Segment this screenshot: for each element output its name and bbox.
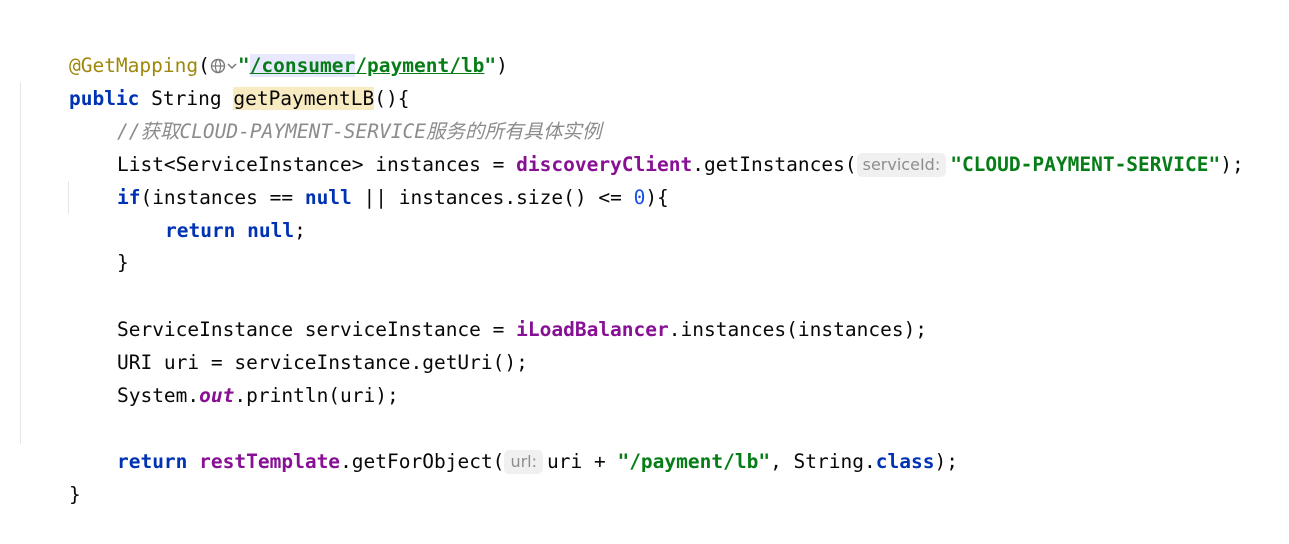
code-line-3[interactable]: //获取CLOUD-PAYMENT-SERVICE服务的所有具体实例 [0,82,602,143]
code-line-10[interactable]: System.out.println(uri); [0,346,399,407]
code-line-1[interactable]: @GetMapping("/consumer/payment/lb") [0,16,508,77]
code-line-2[interactable]: public String getPaymentLB(){ [0,49,409,110]
code-editor[interactable]: @GetMapping("/consumer/payment/lb") publ… [0,0,1289,506]
code-line-12[interactable]: } [0,445,81,506]
code-line-4[interactable]: List<ServiceInstance> instances = discov… [0,115,1244,177]
code-line-11[interactable]: return restTemplate.getForObject(url: uri… [0,412,958,474]
parameter-hint: url: [504,450,543,474]
code-line-5[interactable]: if(instances == null || instances.size()… [0,148,669,209]
code-line-9[interactable]: URI uri = serviceInstance.getUri(); [0,313,528,374]
code-line-6[interactable]: return null; [0,181,306,242]
code-line-8[interactable]: ServiceInstance serviceInstance = iLoadB… [0,280,927,341]
parameter-hint: serviceId: [856,153,947,177]
code-line-7[interactable]: } [0,213,129,274]
